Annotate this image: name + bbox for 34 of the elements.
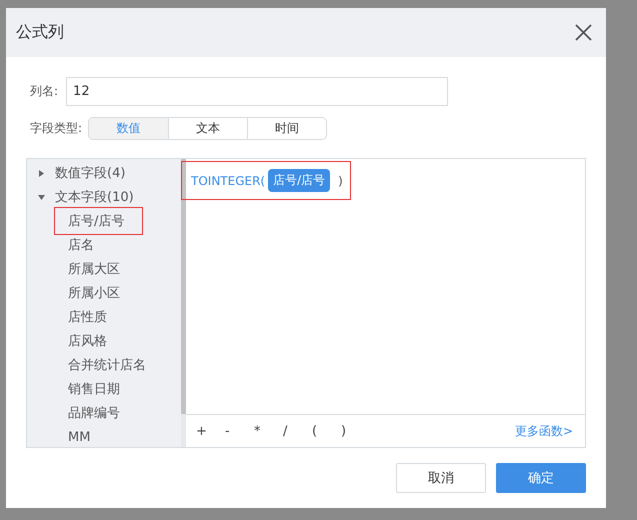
operator-button[interactable]: / <box>283 424 312 438</box>
caret-right-icon[interactable] <box>38 170 45 176</box>
operator-button[interactable]: ) <box>341 424 370 438</box>
field-item[interactable]: 销售日期 <box>68 380 120 398</box>
field-group[interactable]: 文本字段(10) <box>55 188 134 206</box>
operator-button[interactable]: - <box>225 424 254 438</box>
column-name-label: 列名: <box>30 83 58 100</box>
field-item[interactable]: 店名 <box>68 236 94 254</box>
column-name-field[interactable]: 12 <box>66 77 448 106</box>
field-token[interactable]: 店号/店号 <box>268 169 330 192</box>
field-item[interactable]: 品牌编号 <box>68 404 120 422</box>
operator-button[interactable]: + <box>196 424 225 438</box>
close-icon[interactable] <box>575 24 592 41</box>
scrollbar-thumb[interactable] <box>181 159 186 414</box>
operator-button[interactable]: * <box>254 424 283 438</box>
dialog-title: 公式列 <box>16 22 64 43</box>
field-type-label: 字段类型: <box>30 120 82 137</box>
field-item[interactable]: 合并统计店名 <box>68 356 146 374</box>
field-item[interactable]: 所属小区 <box>68 284 120 302</box>
confirm-button[interactable]: 确定 <box>496 463 586 493</box>
field-type-tab[interactable]: 时间 <box>247 118 326 139</box>
field-item[interactable]: 店性质 <box>68 308 107 326</box>
field-item[interactable]: MM <box>68 430 90 444</box>
more-functions-link[interactable]: 更多函数> <box>514 422 573 440</box>
cancel-button[interactable]: 取消 <box>396 463 486 493</box>
operator-button[interactable]: ( <box>312 424 341 438</box>
function-name: TOINTEGER( <box>191 174 266 188</box>
field-item[interactable]: 店风格 <box>68 332 107 350</box>
formula-editor[interactable]: TOINTEGER( 店号/店号 ) + - * / ( ) 更多函数> <box>186 159 585 447</box>
field-group[interactable]: 数值字段(4) <box>55 164 126 182</box>
closing-parenthesis: ) <box>338 174 343 188</box>
field-item[interactable]: 所属大区 <box>68 260 120 278</box>
field-item[interactable]: 店号/店号 <box>68 212 124 230</box>
caret-down-icon[interactable] <box>38 194 45 200</box>
